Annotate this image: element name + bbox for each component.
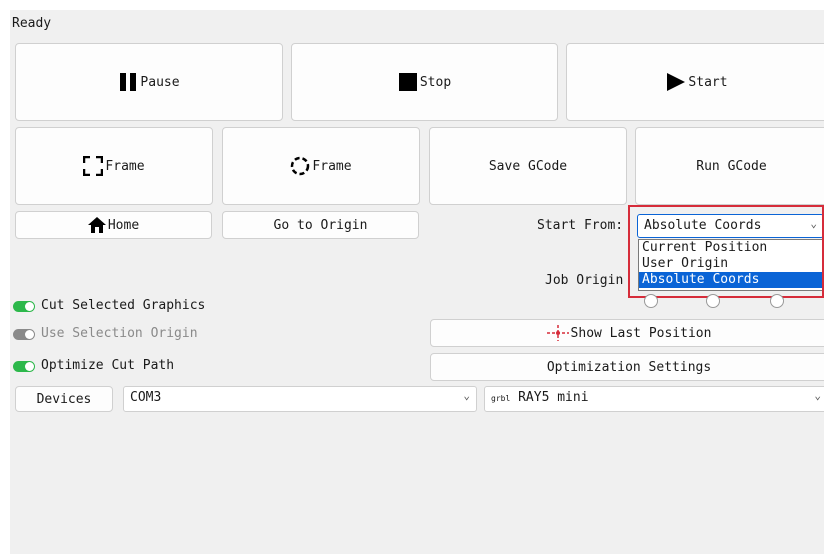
devices-label: Devices xyxy=(36,391,92,407)
job-origin-radio[interactable] xyxy=(706,294,720,308)
optimization-settings-label: Optimization Settings xyxy=(546,359,712,375)
grbl-icon: grbl xyxy=(491,394,511,403)
home-icon xyxy=(87,217,106,233)
start-label: Start xyxy=(688,74,728,90)
frame-circle-icon xyxy=(290,156,310,176)
frame-rect-button[interactable]: Frame xyxy=(15,127,213,205)
home-label: Home xyxy=(107,217,140,233)
use-selection-origin-label: Use Selection Origin xyxy=(41,326,198,341)
pause-label: Pause xyxy=(140,74,180,90)
optimize-cut-path-label: Optimize Cut Path xyxy=(41,358,175,373)
pause-icon xyxy=(118,72,138,92)
cut-selected-toggle[interactable] xyxy=(13,301,35,312)
cut-selected-label: Cut Selected Graphics xyxy=(41,298,206,313)
port-select[interactable]: COM3 ⌄ xyxy=(123,386,477,412)
stop-label: Stop xyxy=(419,74,452,90)
save-gcode-label: Save GCode xyxy=(488,158,568,174)
show-last-position-label: Show Last Position xyxy=(570,325,712,341)
save-gcode-button[interactable]: Save GCode xyxy=(429,127,627,205)
run-gcode-label: Run GCode xyxy=(696,158,767,174)
play-icon xyxy=(666,72,686,92)
frame-rect-icon xyxy=(83,156,104,176)
frame-circle-label: Frame xyxy=(312,158,352,174)
job-origin-label: Job Origin xyxy=(545,273,624,288)
devices-button[interactable]: Devices xyxy=(15,386,113,412)
use-selection-origin-toggle[interactable] xyxy=(13,329,35,340)
device-profile-value: RAY5 mini xyxy=(518,390,589,405)
pause-button[interactable]: Pause xyxy=(15,43,283,121)
port-value: COM3 xyxy=(130,390,162,405)
chevron-down-icon: ⌄ xyxy=(814,389,821,402)
device-profile-select[interactable]: grbl RAY5 mini ⌄ xyxy=(484,386,824,412)
optimization-settings-button[interactable]: Optimization Settings xyxy=(430,353,824,381)
frame-rect-label: Frame xyxy=(105,158,145,174)
job-origin-radio[interactable] xyxy=(644,294,658,308)
crosshair-icon xyxy=(546,325,569,341)
go-to-origin-label: Go to Origin xyxy=(273,217,368,233)
status-text: Ready xyxy=(12,16,52,31)
job-origin-radio[interactable] xyxy=(770,294,784,308)
run-gcode-button[interactable]: Run GCode xyxy=(635,127,824,205)
stop-button[interactable]: Stop xyxy=(291,43,558,121)
stop-icon xyxy=(398,72,418,92)
frame-circle-button[interactable]: Frame xyxy=(222,127,420,205)
start-button[interactable]: Start xyxy=(566,43,824,121)
show-last-position-button[interactable]: Show Last Position xyxy=(430,319,824,347)
optimize-cut-path-toggle[interactable] xyxy=(13,361,35,372)
highlight-box xyxy=(628,205,824,298)
start-from-label: Start From: xyxy=(537,218,624,233)
chevron-down-icon: ⌄ xyxy=(463,389,470,402)
go-to-origin-button[interactable]: Go to Origin xyxy=(222,211,419,239)
home-button[interactable]: Home xyxy=(15,211,212,239)
